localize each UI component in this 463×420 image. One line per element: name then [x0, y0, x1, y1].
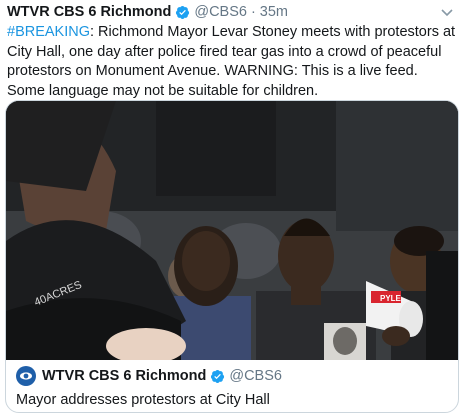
- tweet-header: WTVR CBS 6 Richmond @CBS6 · 35m: [5, 1, 458, 23]
- cbs-eye-icon: [20, 372, 32, 380]
- megaphone-label: PYLE: [380, 294, 402, 303]
- video-player[interactable]: PYLE 40ACRES: [6, 101, 458, 360]
- tweet-timestamp[interactable]: 35m: [260, 4, 288, 20]
- separator-dot: ·: [250, 4, 256, 20]
- chevron-down-icon[interactable]: [440, 5, 454, 19]
- card-author-name[interactable]: WTVR CBS 6 Richmond: [42, 368, 206, 384]
- card-title[interactable]: Mayor addresses protestors at City Hall: [16, 392, 448, 408]
- video-frame: PYLE 40ACRES: [6, 101, 458, 360]
- avatar[interactable]: [16, 366, 36, 386]
- video-card[interactable]: PYLE 40ACRES WTVR CBS 6 Richmond @CBS6 M…: [5, 100, 459, 413]
- card-header: WTVR CBS 6 Richmond @CBS6: [16, 366, 448, 386]
- card-author-handle[interactable]: @CBS6: [229, 368, 282, 384]
- card-footer[interactable]: WTVR CBS 6 Richmond @CBS6 Mayor addresse…: [6, 360, 458, 412]
- tweet-text: #BREAKING: Richmond Mayor Levar Stoney m…: [5, 23, 457, 101]
- verified-badge-icon: [175, 5, 190, 20]
- verified-badge-icon: [210, 369, 225, 384]
- tweet[interactable]: WTVR CBS 6 Richmond @CBS6 · 35m #BREAKIN…: [0, 1, 463, 420]
- author-handle[interactable]: @CBS6: [194, 4, 247, 20]
- author-name[interactable]: WTVR CBS 6 Richmond: [7, 4, 171, 20]
- hashtag-link[interactable]: #BREAKING: [7, 24, 90, 40]
